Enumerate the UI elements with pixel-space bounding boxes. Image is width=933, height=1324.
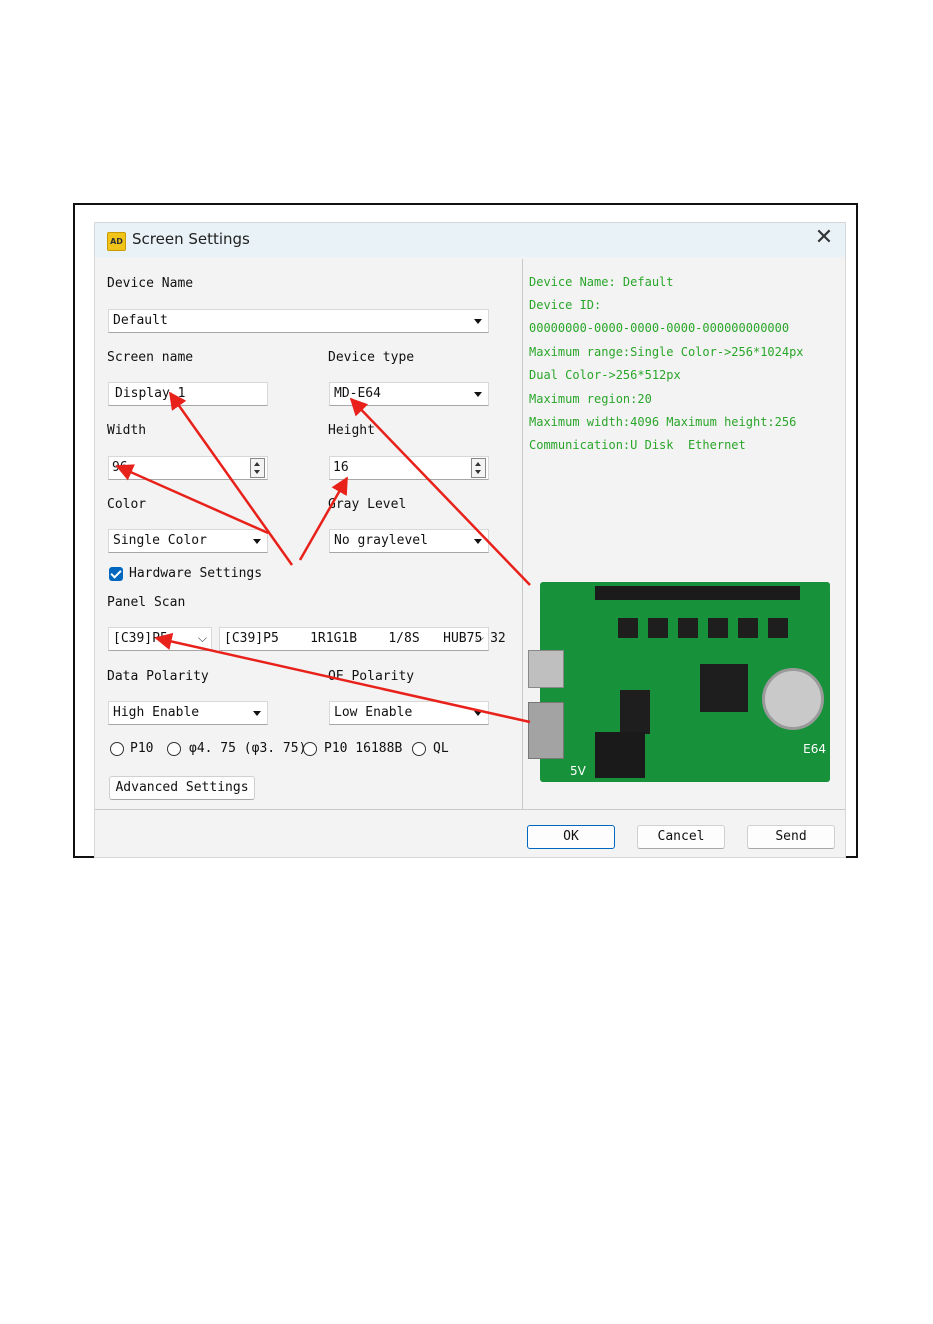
arrow-to-screen-name	[168, 391, 294, 566]
arrow-to-device-type	[349, 397, 531, 586]
arrow-to-panel-scan	[154, 632, 531, 724]
arrow-to-height	[298, 476, 349, 561]
annotation-arrows	[115, 391, 531, 724]
